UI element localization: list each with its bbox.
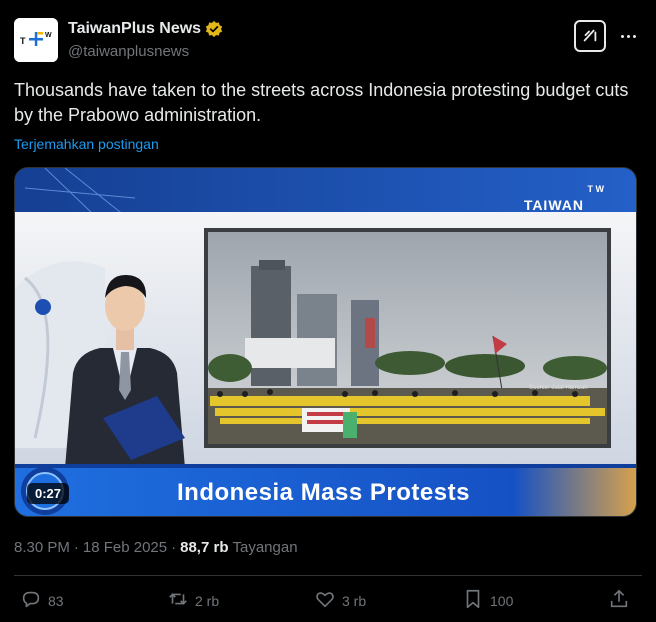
repost-icon	[167, 588, 189, 613]
like-button[interactable]: 3 rb	[314, 588, 366, 613]
svg-text:T: T	[20, 36, 26, 46]
meta-separator: ·	[73, 539, 79, 556]
tweet-date[interactable]: 18 Feb 2025	[83, 539, 167, 556]
tweet-header: T W TaiwanPlus News @taiwanplusnews	[14, 18, 642, 64]
views-label: Tayangan	[232, 539, 298, 556]
video-caption: Indonesia Mass Protests	[177, 479, 470, 506]
video-player[interactable]: T W TAIWAN Source: Jalal Hamzah Indonesi…	[14, 167, 637, 517]
name-row: TaiwanPlus News	[68, 20, 223, 38]
bookmark-button[interactable]: 100	[462, 588, 513, 613]
repost-button[interactable]: 2 rb	[167, 588, 219, 613]
share-icon	[608, 588, 630, 613]
video-duration: 0:27	[27, 483, 70, 504]
translate-link[interactable]: Terjemahkan postingan	[14, 136, 159, 152]
video-brand: TAIWAN	[523, 197, 584, 213]
reply-button[interactable]: 83	[20, 588, 64, 613]
verified-icon	[205, 20, 223, 38]
tweet-time[interactable]: 8.30 PM	[14, 539, 70, 556]
display-name[interactable]: TaiwanPlus News	[68, 20, 201, 38]
video-brand-small: T W	[587, 184, 605, 194]
views-count: 88,7 rb	[180, 539, 229, 556]
repost-count: 2 rb	[195, 592, 220, 609]
video-source-label: Source: Jalal Hamzah	[529, 385, 588, 391]
grok-icon[interactable]	[574, 20, 606, 52]
svg-text:W: W	[45, 32, 52, 39]
divider	[14, 575, 642, 576]
action-bar: 83 2 rb 3 rb 100	[0, 588, 656, 618]
like-icon	[314, 588, 336, 613]
more-icon[interactable]	[614, 26, 642, 46]
share-button[interactable]	[608, 588, 630, 613]
bookmark-count: 100	[490, 592, 514, 609]
like-count: 3 rb	[342, 592, 367, 609]
avatar[interactable]: T W	[14, 18, 58, 62]
bookmark-icon	[462, 588, 484, 613]
reply-count: 83	[48, 592, 64, 609]
video-frame	[15, 168, 636, 516]
tweet-text: Thousands have taken to the streets acro…	[14, 80, 629, 125]
reply-icon	[20, 588, 42, 613]
meta-separator: ·	[171, 539, 177, 556]
handle[interactable]: @taiwanplusnews	[68, 43, 189, 60]
tweet-meta: 8.30 PM · 18 Feb 2025 · 88,7 rb Tayangan	[14, 539, 298, 556]
